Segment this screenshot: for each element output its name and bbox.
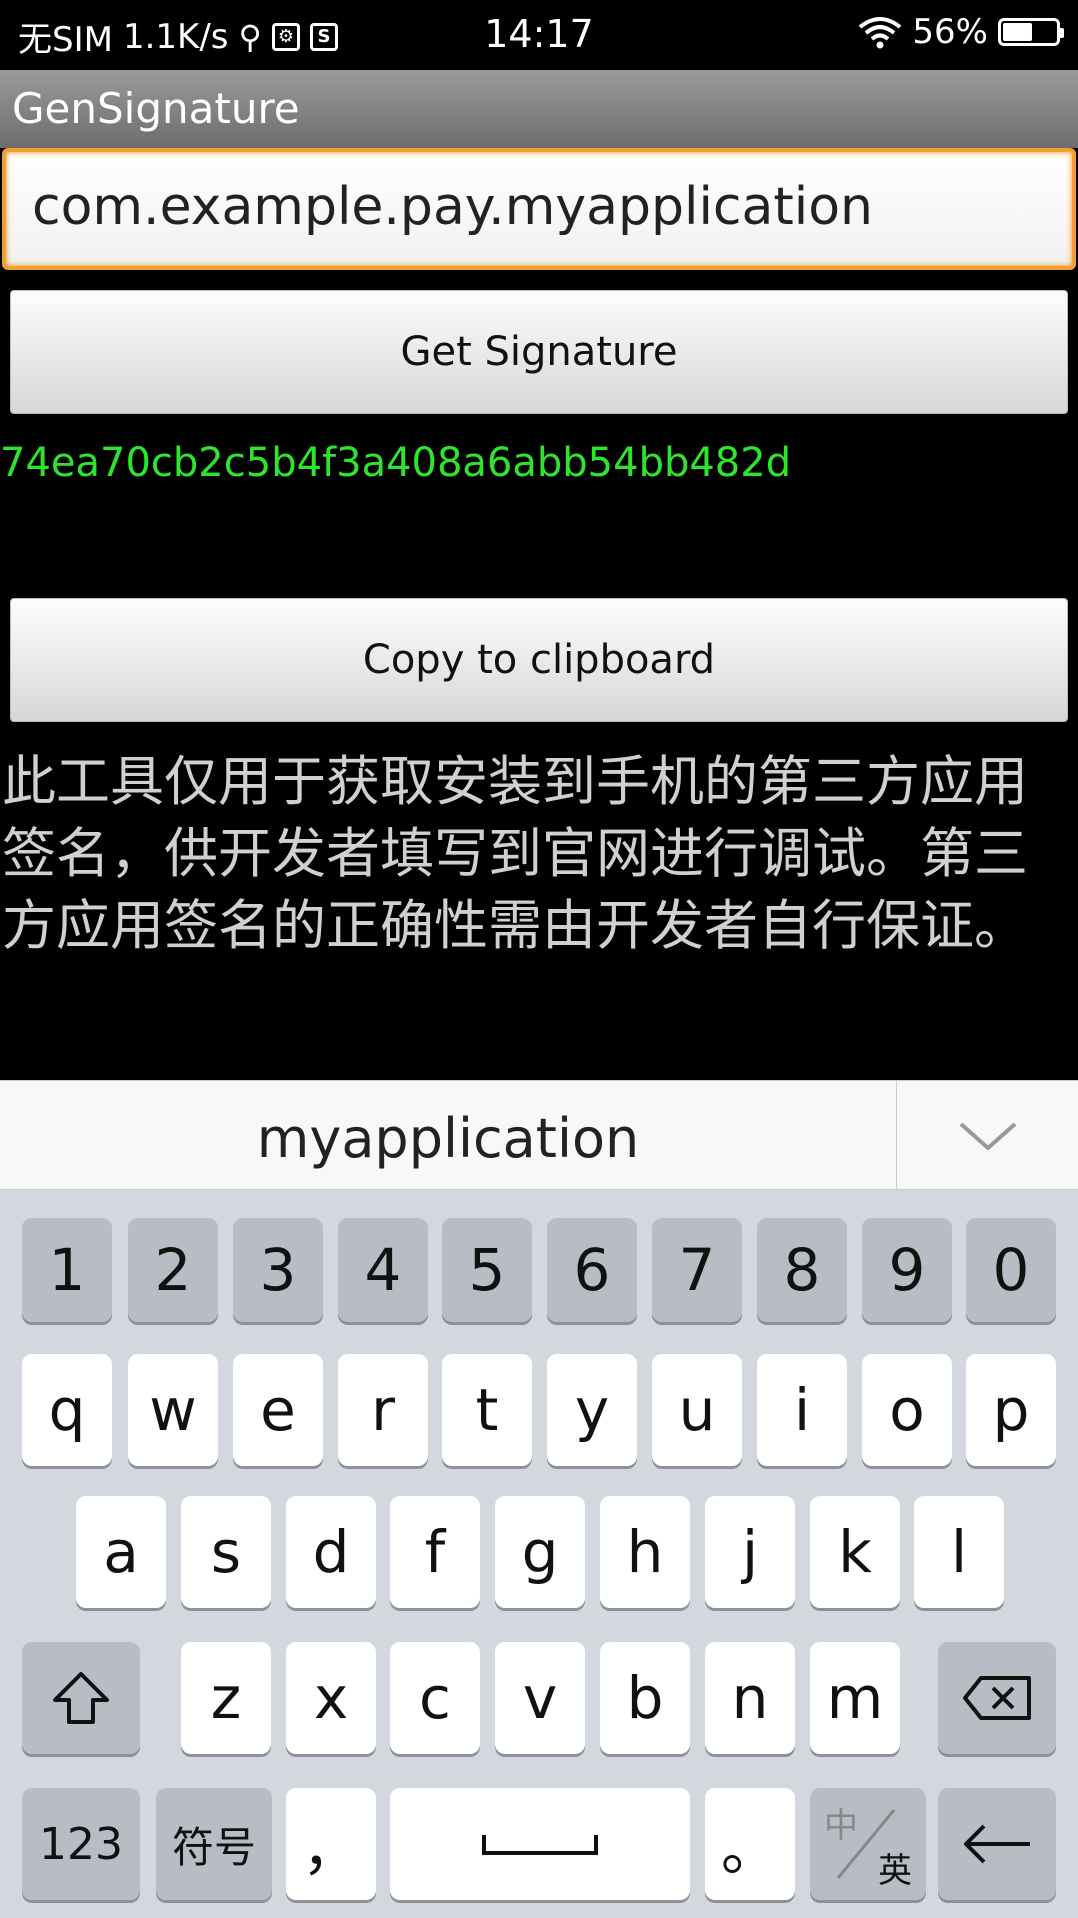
enter-key[interactable] <box>938 1788 1056 1900</box>
symbols-key[interactable]: 符号 <box>156 1788 272 1900</box>
key-a[interactable]: a <box>76 1496 166 1608</box>
key-2[interactable]: 2 <box>128 1218 218 1322</box>
description-text: 此工具仅用于获取安装到手机的第三方应用签名，供开发者填写到官网进行调试。第三方应… <box>2 750 1028 957</box>
wifi-icon <box>859 17 902 49</box>
battery-icon <box>998 18 1064 46</box>
key-g[interactable]: g <box>495 1496 585 1608</box>
suggestion-word[interactable]: myapplication <box>0 1107 896 1170</box>
lang-bottom-label: 英 <box>878 1851 912 1891</box>
space-bar-icon <box>482 1835 598 1855</box>
battery-fill <box>1003 23 1033 41</box>
key-p[interactable]: p <box>966 1354 1056 1466</box>
key-q[interactable]: q <box>22 1354 112 1466</box>
key-x[interactable]: x <box>286 1642 376 1754</box>
key-i[interactable]: i <box>757 1354 847 1466</box>
chevron-down-icon <box>959 1122 1016 1151</box>
collapse-keyboard-button[interactable] <box>897 1081 1078 1191</box>
key-l[interactable]: l <box>914 1496 1004 1608</box>
status-bar: 无SIM 1.1K/s ⚲ ⚙ S 14:17 56% <box>0 0 1078 70</box>
comma-key[interactable]: ， <box>286 1788 376 1900</box>
backspace-key[interactable] <box>938 1642 1056 1754</box>
package-name-field[interactable] <box>2 148 1076 270</box>
app-title-bar: GenSignature <box>0 70 1078 148</box>
key-c[interactable]: c <box>390 1642 480 1754</box>
copy-to-clipboard-button[interactable]: Copy to clipboard <box>10 598 1068 722</box>
numbers-mode-key[interactable]: 123 <box>22 1788 140 1900</box>
key-6[interactable]: 6 <box>547 1218 637 1322</box>
shift-key[interactable] <box>22 1642 140 1754</box>
space-key[interactable] <box>390 1788 690 1900</box>
key-o[interactable]: o <box>862 1354 952 1466</box>
key-k[interactable]: k <box>810 1496 900 1608</box>
key-v[interactable]: v <box>495 1642 585 1754</box>
app-title: GenSignature <box>12 84 300 133</box>
key-s[interactable]: s <box>181 1496 271 1608</box>
key-j[interactable]: j <box>705 1496 795 1608</box>
key-7[interactable]: 7 <box>652 1218 742 1322</box>
key-5[interactable]: 5 <box>442 1218 532 1322</box>
key-t[interactable]: t <box>442 1354 532 1466</box>
shift-arrow-icon <box>53 1672 109 1724</box>
key-1[interactable]: 1 <box>22 1218 112 1322</box>
enter-arrow-icon <box>964 1824 1030 1864</box>
keyboard-suggestion-bar: myapplication <box>0 1080 1078 1191</box>
key-0[interactable]: 0 <box>966 1218 1056 1322</box>
period-key[interactable]: 。 <box>705 1788 795 1900</box>
language-switch-key[interactable]: 中 英 <box>810 1788 926 1900</box>
key-e[interactable]: e <box>233 1354 323 1466</box>
key-d[interactable]: d <box>286 1496 376 1608</box>
key-m[interactable]: m <box>810 1642 900 1754</box>
key-f[interactable]: f <box>390 1496 480 1608</box>
key-8[interactable]: 8 <box>757 1218 847 1322</box>
signature-output: 74ea70cb2c5b4f3a408a6abb54bb482d <box>0 440 792 486</box>
backspace-icon <box>963 1676 1031 1720</box>
key-w[interactable]: w <box>128 1354 218 1466</box>
key-n[interactable]: n <box>705 1642 795 1754</box>
battery-percent: 56% <box>912 12 988 52</box>
key-z[interactable]: z <box>181 1642 271 1754</box>
key-4[interactable]: 4 <box>338 1218 428 1322</box>
key-u[interactable]: u <box>652 1354 742 1466</box>
key-y[interactable]: y <box>547 1354 637 1466</box>
package-name-input[interactable] <box>32 172 1032 242</box>
key-r[interactable]: r <box>338 1354 428 1466</box>
key-3[interactable]: 3 <box>233 1218 323 1322</box>
key-h[interactable]: h <box>600 1496 690 1608</box>
get-signature-button[interactable]: Get Signature <box>10 290 1068 414</box>
soft-keyboard: 1 2 3 4 5 6 7 8 9 0 q w e r t y u i o p … <box>0 1190 1078 1918</box>
key-b[interactable]: b <box>600 1642 690 1754</box>
key-9[interactable]: 9 <box>862 1218 952 1322</box>
